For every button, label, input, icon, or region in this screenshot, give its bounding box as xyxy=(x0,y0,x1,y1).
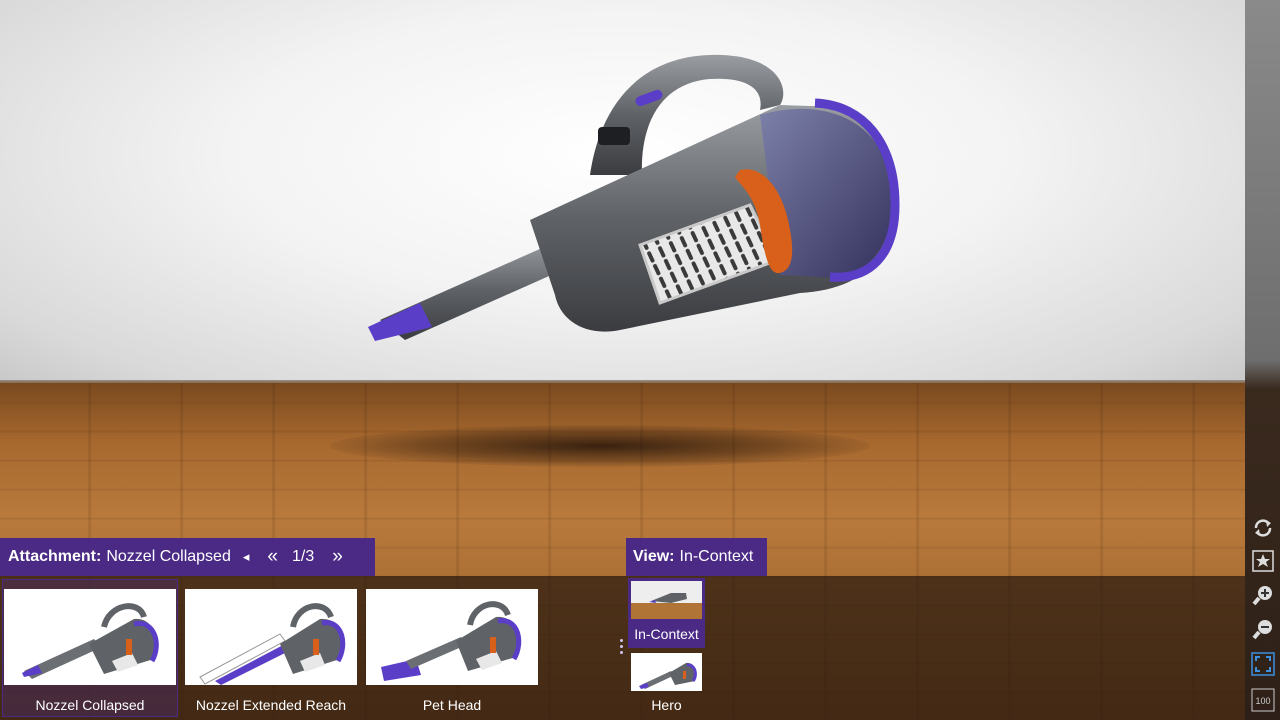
vacuum-extended-thumbnail-icon xyxy=(199,603,346,685)
handheld-vacuum-image[interactable] xyxy=(360,45,900,350)
next-page-button[interactable]: » xyxy=(332,546,343,568)
prev-attachment-button[interactable]: ◂ xyxy=(243,549,250,565)
fullscreen-icon[interactable] xyxy=(1250,651,1276,677)
view-thumb-hero[interactable] xyxy=(631,653,702,691)
product-shadow xyxy=(330,425,870,467)
hero-thumbnail-icon xyxy=(639,662,697,689)
attachment-thumb-nozzel-extended[interactable] xyxy=(185,589,357,685)
favorite-icon[interactable] xyxy=(1250,548,1276,574)
prev-page-button[interactable]: « xyxy=(267,546,278,568)
attachment-label: Attachment: xyxy=(8,548,102,565)
view-value: In-Context xyxy=(679,548,754,565)
view-thumb-in-context[interactable] xyxy=(631,581,702,619)
page-indicator: 1/3 xyxy=(291,548,315,565)
view-header: View: In-Context xyxy=(626,538,767,576)
zoom-in-icon[interactable] xyxy=(1250,582,1276,608)
attachment-header: Attachment: Nozzel Collapsed ◂ « 1/3 » xyxy=(0,538,375,576)
attachment-label-pet-head: Pet Head xyxy=(422,697,482,713)
attachment-value: Nozzel Collapsed xyxy=(106,548,231,565)
attachment-thumb-pet-head[interactable] xyxy=(366,589,538,685)
zoom-100-icon[interactable]: 100 xyxy=(1250,687,1276,713)
right-toolbar xyxy=(1245,0,1280,720)
zoom-out-icon[interactable] xyxy=(1250,616,1276,642)
attachment-label-nozzel-collapsed: Nozzel Collapsed xyxy=(35,697,145,713)
attachment-label-nozzel-extended: Nozzel Extended Reach xyxy=(195,697,347,713)
view-label-hero: Hero xyxy=(651,697,682,713)
view-label-in-context: In-Context xyxy=(634,626,699,642)
panel-divider-handle[interactable] xyxy=(619,637,625,659)
vacuum-thumbnail-icon xyxy=(22,603,159,679)
view-label: View: xyxy=(633,548,675,565)
vacuum-pet-head-thumbnail-icon xyxy=(381,601,522,681)
in-context-thumbnail-icon xyxy=(631,581,702,619)
attachment-thumb-nozzel-collapsed[interactable] xyxy=(4,589,176,685)
rotate-icon[interactable] xyxy=(1250,515,1276,541)
svg-text:100: 100 xyxy=(1255,696,1270,706)
